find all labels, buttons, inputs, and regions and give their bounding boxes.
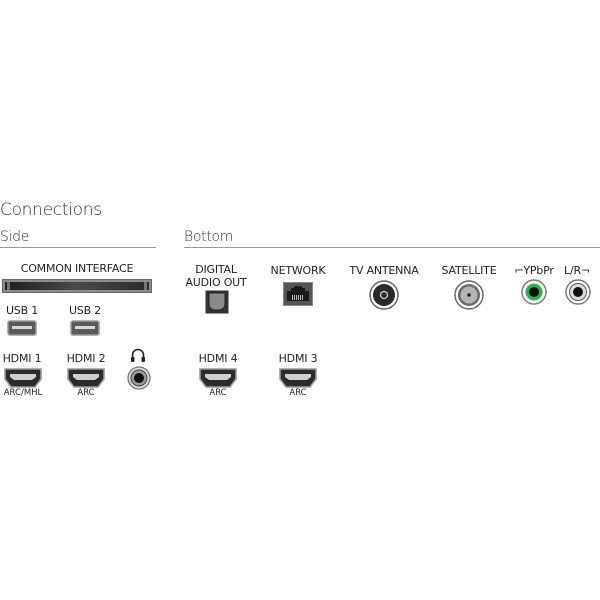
bottom-divider (184, 247, 600, 248)
hdmi2-port-icon (66, 367, 106, 389)
headphone-jack-icon (127, 366, 151, 390)
side-divider (0, 247, 156, 248)
hdmi1-port-icon (3, 367, 43, 389)
satellite-port-icon (454, 280, 484, 310)
section-side-label: Side (0, 229, 30, 245)
audio-lr-port-icon (565, 279, 591, 305)
section-bottom-label: Bottom (184, 229, 234, 245)
headphones-icon (131, 348, 145, 362)
usb2-port-icon (70, 320, 100, 336)
ethernet-port-icon (283, 282, 313, 306)
hdmi3-port-icon (278, 367, 318, 389)
common-interface-slot-icon (2, 279, 152, 293)
optical-port-icon (205, 290, 229, 314)
hdmi4-port-icon (198, 367, 238, 389)
component-green-port-icon (521, 279, 547, 305)
usb1-port-icon (7, 320, 37, 336)
page-title: Connections (0, 200, 102, 220)
antenna-port-icon (369, 280, 399, 310)
